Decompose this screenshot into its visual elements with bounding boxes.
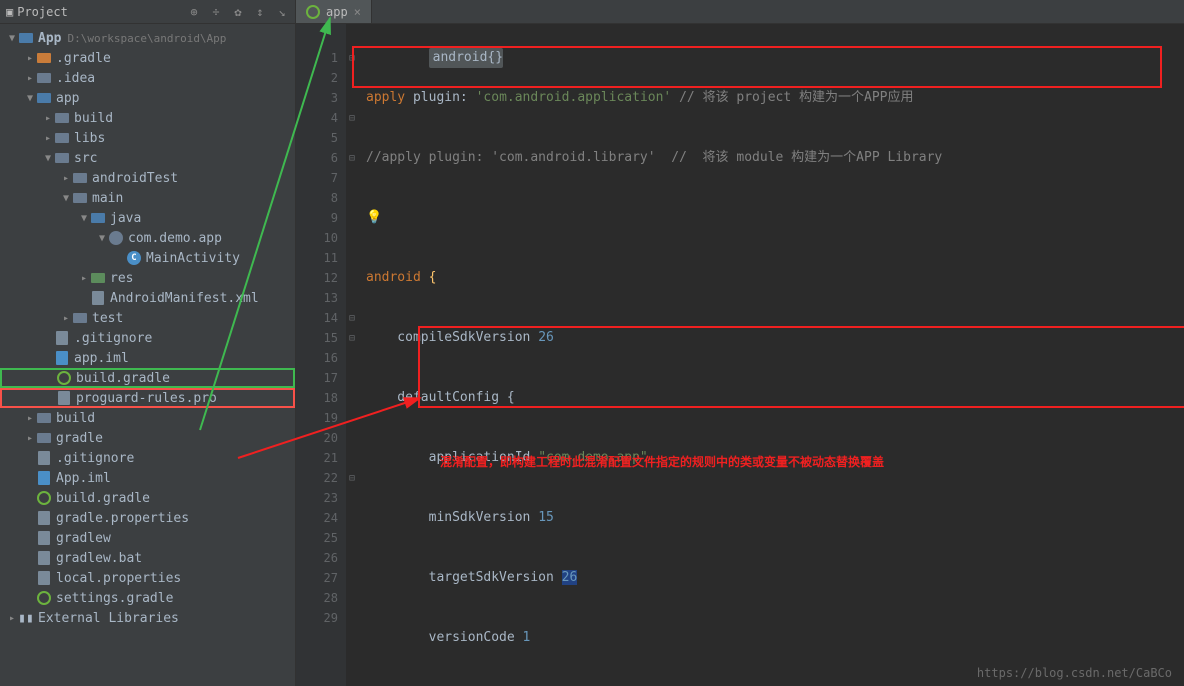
tree-item[interactable]: ▼ main	[0, 188, 295, 208]
hide-icon[interactable]: ↘	[275, 5, 289, 19]
tree-item[interactable]: proguard-rules.pro	[0, 388, 295, 408]
tree-item[interactable]: gradlew	[0, 528, 295, 548]
tab-app[interactable]: app ×	[296, 0, 372, 23]
tree-item[interactable]: ▸ res	[0, 268, 295, 288]
annotation-box-plugin	[352, 46, 1162, 88]
project-sidebar: ▣ Project ⊕ ÷ ✿ ↕ ↘ ▼ App D:\workspace\a…	[0, 0, 296, 686]
tree-item[interactable]: App.iml	[0, 468, 295, 488]
close-icon[interactable]: ×	[354, 5, 361, 19]
sort-icon[interactable]: ↕	[253, 5, 267, 19]
intention-bulb-icon[interactable]: 💡	[366, 210, 382, 225]
tree-item[interactable]: build.gradle	[0, 488, 295, 508]
tree-item[interactable]: app.iml	[0, 348, 295, 368]
watermark: https://blog.csdn.net/CaBCo	[977, 666, 1172, 680]
editor-tabs: app ×	[296, 0, 1184, 24]
tree-item[interactable]: build.gradle	[0, 368, 295, 388]
tab-label: app	[326, 5, 348, 19]
gear-icon[interactable]: ✿	[231, 5, 245, 19]
tree-item[interactable]: .gitignore	[0, 448, 295, 468]
tree-item[interactable]: ▼ com.demo.app	[0, 228, 295, 248]
sidebar-toolbar: ⊕ ÷ ✿ ↕ ↘	[187, 5, 289, 19]
project-tree[interactable]: ▼ App D:\workspace\android\App ▸ .gradle…	[0, 24, 295, 686]
tree-item[interactable]: .gitignore	[0, 328, 295, 348]
tree-item[interactable]: local.properties	[0, 568, 295, 588]
tree-item[interactable]: ▼ java	[0, 208, 295, 228]
project-icon: ▣	[6, 5, 13, 19]
tree-item[interactable]: ▸ .gradle	[0, 48, 295, 68]
tree-item[interactable]: ▸ androidTest	[0, 168, 295, 188]
tree-item[interactable]: ▸ build	[0, 408, 295, 428]
tree-item[interactable]: gradlew.bat	[0, 548, 295, 568]
tree-item[interactable]: ▸ build	[0, 108, 295, 128]
tree-item[interactable]: settings.gradle	[0, 588, 295, 608]
tree-item[interactable]: ▼ app	[0, 88, 295, 108]
tree-item[interactable]: gradle.properties	[0, 508, 295, 528]
tree-item[interactable]: ▸ libs	[0, 128, 295, 148]
tree-item[interactable]: ▸ .idea	[0, 68, 295, 88]
tree-item[interactable]: ▸ test	[0, 308, 295, 328]
annotation-text: 混淆配置，即构建工程时此混淆配置文件指定的规则中的类或变量不被动态替换覆盖	[440, 452, 884, 472]
line-gutter: 1234567891011121314151617181920212223242…	[296, 24, 346, 686]
target-icon[interactable]: ⊕	[187, 5, 201, 19]
tree-item[interactable]: AndroidManifest.xml	[0, 288, 295, 308]
collapse-icon[interactable]: ÷	[209, 5, 223, 19]
sidebar-title: Project	[17, 5, 68, 19]
code-content[interactable]: android{} apply plugin: 'com.android.app…	[358, 24, 1184, 686]
annotation-box-release	[418, 326, 1184, 408]
tree-item[interactable]: ▸ gradle	[0, 428, 295, 448]
tree-root[interactable]: ▼ App D:\workspace\android\App	[0, 28, 295, 48]
fold-strip: ⊟⊟⊟⊟⊟⊟	[346, 24, 358, 686]
editor: app × 1234567891011121314151617181920212…	[296, 0, 1184, 686]
tree-item[interactable]: ▼ src	[0, 148, 295, 168]
gradle-icon	[306, 5, 320, 19]
external-libraries[interactable]: ▸ ▮▮ External Libraries	[0, 608, 295, 628]
sidebar-header: ▣ Project ⊕ ÷ ✿ ↕ ↘	[0, 0, 295, 24]
tree-item[interactable]: C MainActivity	[0, 248, 295, 268]
